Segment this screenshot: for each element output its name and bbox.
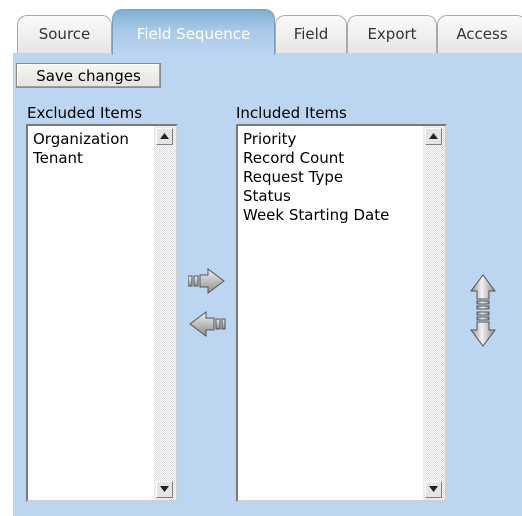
scroll-down-icon	[429, 486, 438, 492]
included-items-listbox[interactable]: Priority Record Count Request Type Statu…	[236, 124, 447, 502]
field-sequence-page: Source Field Sequence Field Export Acces…	[0, 0, 522, 516]
save-changes-button[interactable]: Save changes	[16, 63, 161, 88]
tab-field[interactable]: Field	[275, 15, 347, 53]
move-up-button[interactable]	[470, 274, 496, 314]
tab-export[interactable]: Export	[347, 15, 437, 53]
tab-field-sequence[interactable]: Field Sequence	[112, 9, 275, 55]
included-items-label: Included Items	[236, 104, 347, 122]
list-item[interactable]: Status	[243, 187, 389, 206]
scroll-up-icon	[160, 133, 169, 139]
list-item[interactable]: Organization	[33, 130, 129, 149]
tab-access[interactable]: Access	[437, 15, 522, 53]
excluded-items-listbox[interactable]: Organization Tenant	[26, 124, 178, 502]
excluded-items-list: Organization Tenant	[33, 130, 129, 168]
excluded-items-label: Excluded Items	[27, 104, 143, 122]
scroll-down-button[interactable]	[156, 481, 173, 498]
tab-source[interactable]: Source	[17, 15, 112, 53]
list-item[interactable]: Priority	[243, 130, 389, 149]
included-scrollbar[interactable]	[423, 126, 445, 500]
move-down-button[interactable]	[470, 311, 496, 351]
scroll-down-button[interactable]	[425, 481, 442, 498]
move-left-button[interactable]	[188, 311, 226, 341]
included-items-list: Priority Record Count Request Type Statu…	[243, 130, 389, 225]
excluded-scrollbar[interactable]	[154, 126, 176, 500]
scroll-down-icon	[160, 486, 169, 492]
list-item[interactable]: Tenant	[33, 149, 129, 168]
scroll-up-button[interactable]	[425, 128, 442, 145]
scroll-up-icon	[429, 133, 438, 139]
move-right-button[interactable]	[187, 268, 226, 298]
list-item[interactable]: Week Starting Date	[243, 206, 389, 225]
list-item[interactable]: Record Count	[243, 149, 389, 168]
list-item[interactable]: Request Type	[243, 168, 389, 187]
arrow-right-icon	[187, 268, 225, 294]
arrow-up-icon	[470, 274, 496, 310]
scroll-up-button[interactable]	[156, 128, 173, 145]
arrow-down-icon	[470, 311, 496, 347]
arrow-left-icon	[189, 311, 226, 337]
